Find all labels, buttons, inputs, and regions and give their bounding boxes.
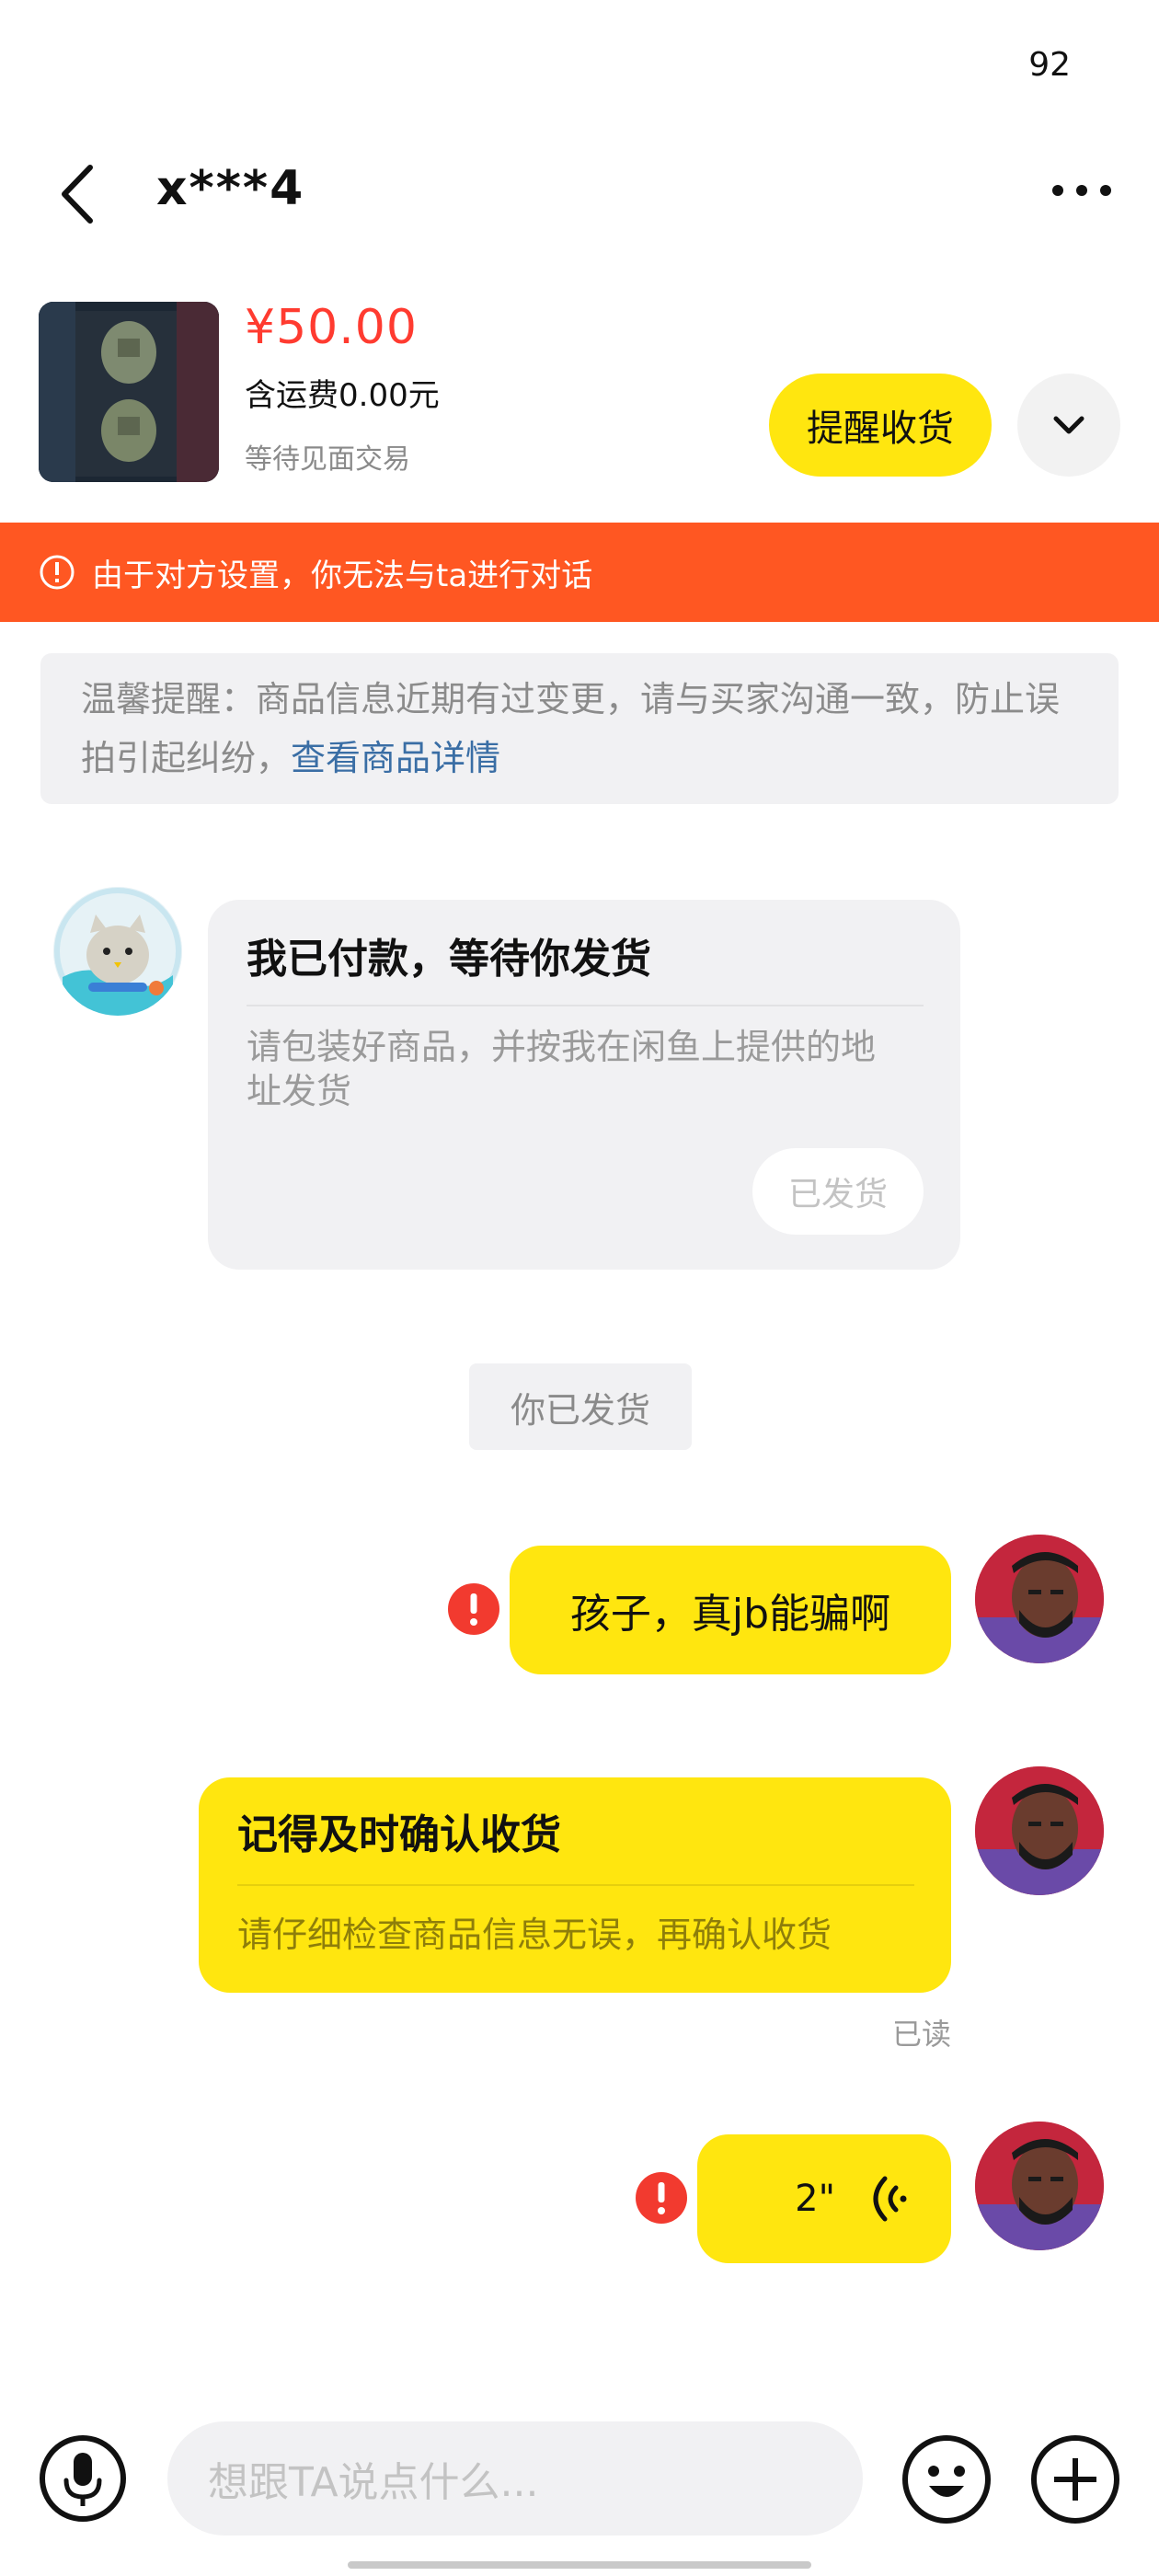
confirm-card-desc: 请仔细检查商品信息无误，再确认收货 xyxy=(237,1915,832,1955)
voice-wave-icon xyxy=(873,2176,907,2222)
back-button[interactable] xyxy=(55,162,101,226)
warning-banner: 由于对方设置，你无法与ta进行对话 xyxy=(0,523,1159,622)
user-avatar[interactable] xyxy=(975,1535,1104,1663)
payment-card-desc: 请包装好商品，并按我在闲鱼上提供的地址发货 xyxy=(247,1027,877,1111)
alert-circle-icon xyxy=(40,555,75,590)
emoji-button[interactable] xyxy=(901,2434,992,2524)
emoji-icon xyxy=(902,2435,991,2524)
send-failed-icon[interactable] xyxy=(447,1582,500,1636)
shipping-fee: 含运费0.00元 xyxy=(245,377,440,414)
confirm-card-title: 记得及时确认收货 xyxy=(237,1811,561,1858)
chevron-down-icon xyxy=(1053,416,1084,434)
tip-text: 温馨提醒：商品信息近期有过变更，请与买家沟通一致，防止误拍引起纠纷， xyxy=(81,679,1061,778)
divider xyxy=(237,1884,914,1886)
view-details-link[interactable]: 查看商品详情 xyxy=(291,738,500,778)
back-arrow-icon xyxy=(62,165,93,224)
product-image[interactable] xyxy=(39,302,219,482)
divider xyxy=(247,1005,924,1006)
microphone-icon xyxy=(40,2435,126,2522)
more-button[interactable] xyxy=(1045,177,1119,204)
send-failed-icon[interactable] xyxy=(635,2171,688,2225)
user-avatar[interactable] xyxy=(975,2122,1104,2250)
shipped-button[interactable]: 已发货 xyxy=(752,1148,924,1235)
read-status: 已读 xyxy=(892,2017,952,2052)
tip-box: 温馨提醒：商品信息近期有过变更，请与买家沟通一致，防止误拍引起纠纷，查看商品详情 xyxy=(40,653,1119,804)
voice-input-button[interactable] xyxy=(39,2434,127,2523)
voice-message-bubble[interactable]: 2" xyxy=(697,2134,951,2263)
error-icon xyxy=(636,2172,687,2224)
expand-button[interactable] xyxy=(1017,374,1120,477)
system-notice: 你已发货 xyxy=(469,1363,692,1450)
payment-card[interactable]: 我已付款，等待你发货 请包装好商品，并按我在闲鱼上提供的地址发货 已发货 xyxy=(208,900,960,1270)
error-icon xyxy=(448,1583,499,1635)
confirm-receipt-card[interactable]: 记得及时确认收货 请仔细检查商品信息无误，再确认收货 xyxy=(199,1777,951,1993)
more-dots-icon xyxy=(1052,185,1063,196)
buyer-avatar[interactable] xyxy=(53,887,182,1016)
battery-level: 92 xyxy=(1028,46,1071,84)
chat-title: x***4 xyxy=(156,161,305,216)
user-avatar[interactable] xyxy=(975,1766,1104,1895)
home-indicator xyxy=(348,2561,811,2569)
text-message-bubble[interactable]: 孩子，真jb能骗啊 xyxy=(510,1546,951,1674)
remind-receipt-button[interactable]: 提醒收货 xyxy=(769,374,992,477)
message-input[interactable]: 想跟TA说点什么... xyxy=(167,2421,863,2536)
warning-text: 由于对方设置，你无法与ta进行对话 xyxy=(92,557,593,594)
trade-status: 等待见面交易 xyxy=(245,443,410,476)
plus-icon xyxy=(1031,2435,1119,2524)
message-text: 孩子，真jb能骗啊 xyxy=(569,1591,891,1638)
input-placeholder: 想跟TA说点什么... xyxy=(208,2459,539,2506)
more-actions-button[interactable] xyxy=(1030,2434,1120,2524)
product-price: ¥50.00 xyxy=(245,300,418,355)
voice-duration: 2" xyxy=(795,2178,835,2220)
payment-card-title: 我已付款，等待你发货 xyxy=(247,936,651,983)
